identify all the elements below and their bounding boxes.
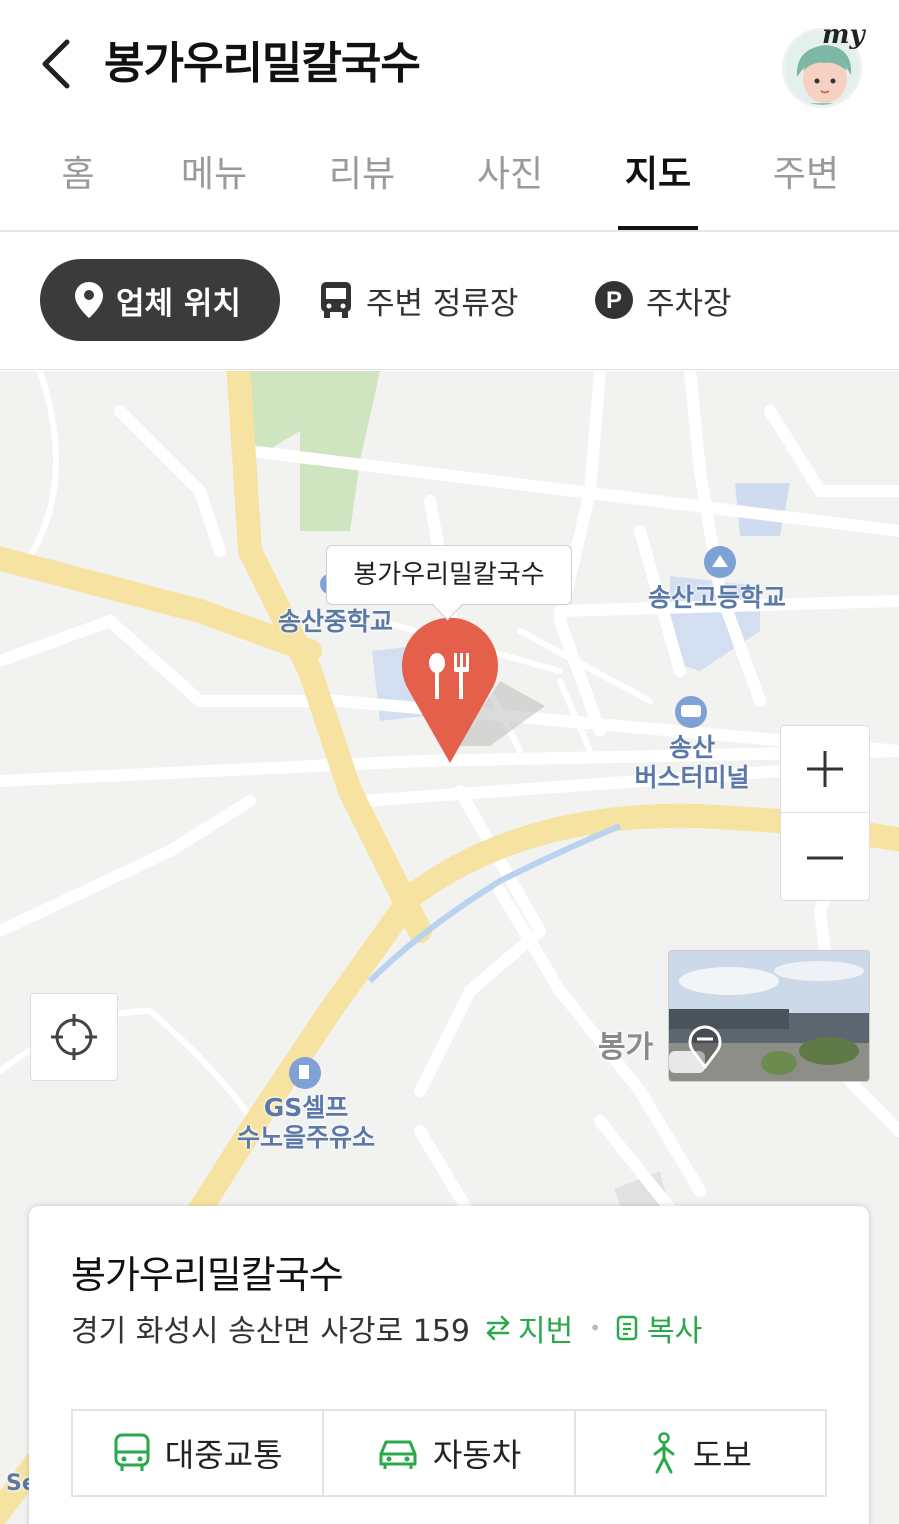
current-location-button[interactable] bbox=[30, 993, 118, 1081]
chip-business-location-label: 업체 위치 bbox=[116, 285, 241, 322]
tab-home[interactable]: 홈 bbox=[40, 150, 116, 230]
copy-icon bbox=[616, 1315, 638, 1341]
tab-photo[interactable]: 사진 bbox=[464, 150, 556, 230]
tab-map[interactable]: 지도 bbox=[612, 150, 704, 230]
gas-station-line1: GS셀프 bbox=[263, 1093, 349, 1122]
chip-bus-stop[interactable]: 주변 정류장 bbox=[318, 259, 518, 341]
chip-business-location[interactable]: 업체 위치 bbox=[40, 259, 280, 341]
page-title: 봉가우리밀칼국수 bbox=[104, 38, 421, 89]
map-label-bus-terminal[interactable]: 송산 버스터미널 bbox=[630, 733, 754, 793]
map-label-gas-station[interactable]: GS셀프 수노을주유소 bbox=[234, 1093, 378, 1153]
tab-review[interactable]: 리뷰 bbox=[316, 150, 408, 230]
crosshair-icon bbox=[51, 1014, 97, 1060]
bus-terminal-line2: 버스터미널 bbox=[634, 763, 750, 792]
parking-icon-letter: P bbox=[606, 287, 622, 314]
plus-icon bbox=[807, 751, 843, 787]
map-label-middle-school[interactable]: 송산중학교 bbox=[278, 607, 393, 637]
my-label: my bbox=[822, 20, 865, 50]
transport-options: 대중교통 자동차 도보 bbox=[71, 1409, 827, 1497]
zoom-control bbox=[780, 725, 870, 901]
roadview-thumbnail[interactable] bbox=[668, 950, 870, 1082]
car-icon bbox=[377, 1436, 419, 1470]
walk-label: 도보 bbox=[692, 1436, 752, 1474]
tab-menu[interactable]: 메뉴 bbox=[168, 150, 260, 230]
copy-label: 복사 bbox=[647, 1314, 703, 1349]
car-label: 자동차 bbox=[432, 1436, 522, 1474]
chip-bus-stop-label: 주변 정류장 bbox=[366, 285, 519, 322]
chip-parking[interactable]: P 주차장 bbox=[594, 259, 732, 341]
walk-icon bbox=[649, 1432, 679, 1474]
public-transit-label: 대중교통 bbox=[164, 1436, 283, 1474]
walk-button[interactable]: 도보 bbox=[576, 1411, 825, 1495]
swap-icon bbox=[486, 1315, 510, 1341]
back-button[interactable] bbox=[34, 36, 78, 92]
zoom-in-button[interactable] bbox=[781, 726, 869, 813]
map-filter-bar: 업체 위치 주변 정류장 P 주차장 bbox=[0, 232, 899, 370]
tab-bar: 홈 메뉴 리뷰 사진 지도 주변 bbox=[0, 128, 899, 232]
roadview-pin-icon bbox=[688, 1025, 722, 1069]
tab-nearby[interactable]: 주변 bbox=[760, 150, 852, 230]
chevron-left-icon bbox=[42, 39, 70, 89]
place-info-card: 봉가우리밀칼국수 경기 화성시 송산면 사강로 159 지번 • 복사 대중교통… bbox=[29, 1206, 869, 1524]
header: 봉가우리밀칼국수 my bbox=[0, 0, 899, 128]
zoom-out-button[interactable] bbox=[781, 814, 869, 901]
place-title: 봉가우리밀칼국수 bbox=[71, 1253, 344, 1297]
parking-icon: P bbox=[594, 280, 634, 320]
bus-terminal-line1: 송산 bbox=[668, 733, 715, 762]
location-pin-icon bbox=[74, 281, 104, 319]
map-callout[interactable]: 봉가우리밀칼국수 bbox=[326, 545, 572, 605]
car-button[interactable]: 자동차 bbox=[324, 1411, 576, 1495]
copy-address-button[interactable]: 복사 bbox=[615, 1306, 702, 1350]
active-tab-indicator bbox=[618, 226, 698, 230]
separator-dot: • bbox=[589, 1316, 602, 1340]
address-row: 경기 화성시 송산면 사강로 159 지번 • 복사 bbox=[71, 1306, 702, 1350]
bus-icon bbox=[113, 1432, 151, 1474]
minus-icon bbox=[807, 856, 843, 859]
address-text: 경기 화성시 송산면 사강로 159 bbox=[71, 1314, 471, 1349]
public-transit-button[interactable]: 대중교통 bbox=[73, 1411, 325, 1495]
gas-station-line2: 수노을주유소 bbox=[236, 1123, 375, 1152]
map-label-village: 봉가 bbox=[598, 1030, 654, 1065]
chip-parking-label: 주차장 bbox=[646, 285, 732, 322]
lot-number-label: 지번 bbox=[518, 1314, 574, 1349]
bus-icon bbox=[318, 280, 354, 320]
lot-number-toggle[interactable]: 지번 bbox=[484, 1306, 573, 1350]
map-label-high-school[interactable]: 송산고등학교 bbox=[648, 583, 786, 613]
